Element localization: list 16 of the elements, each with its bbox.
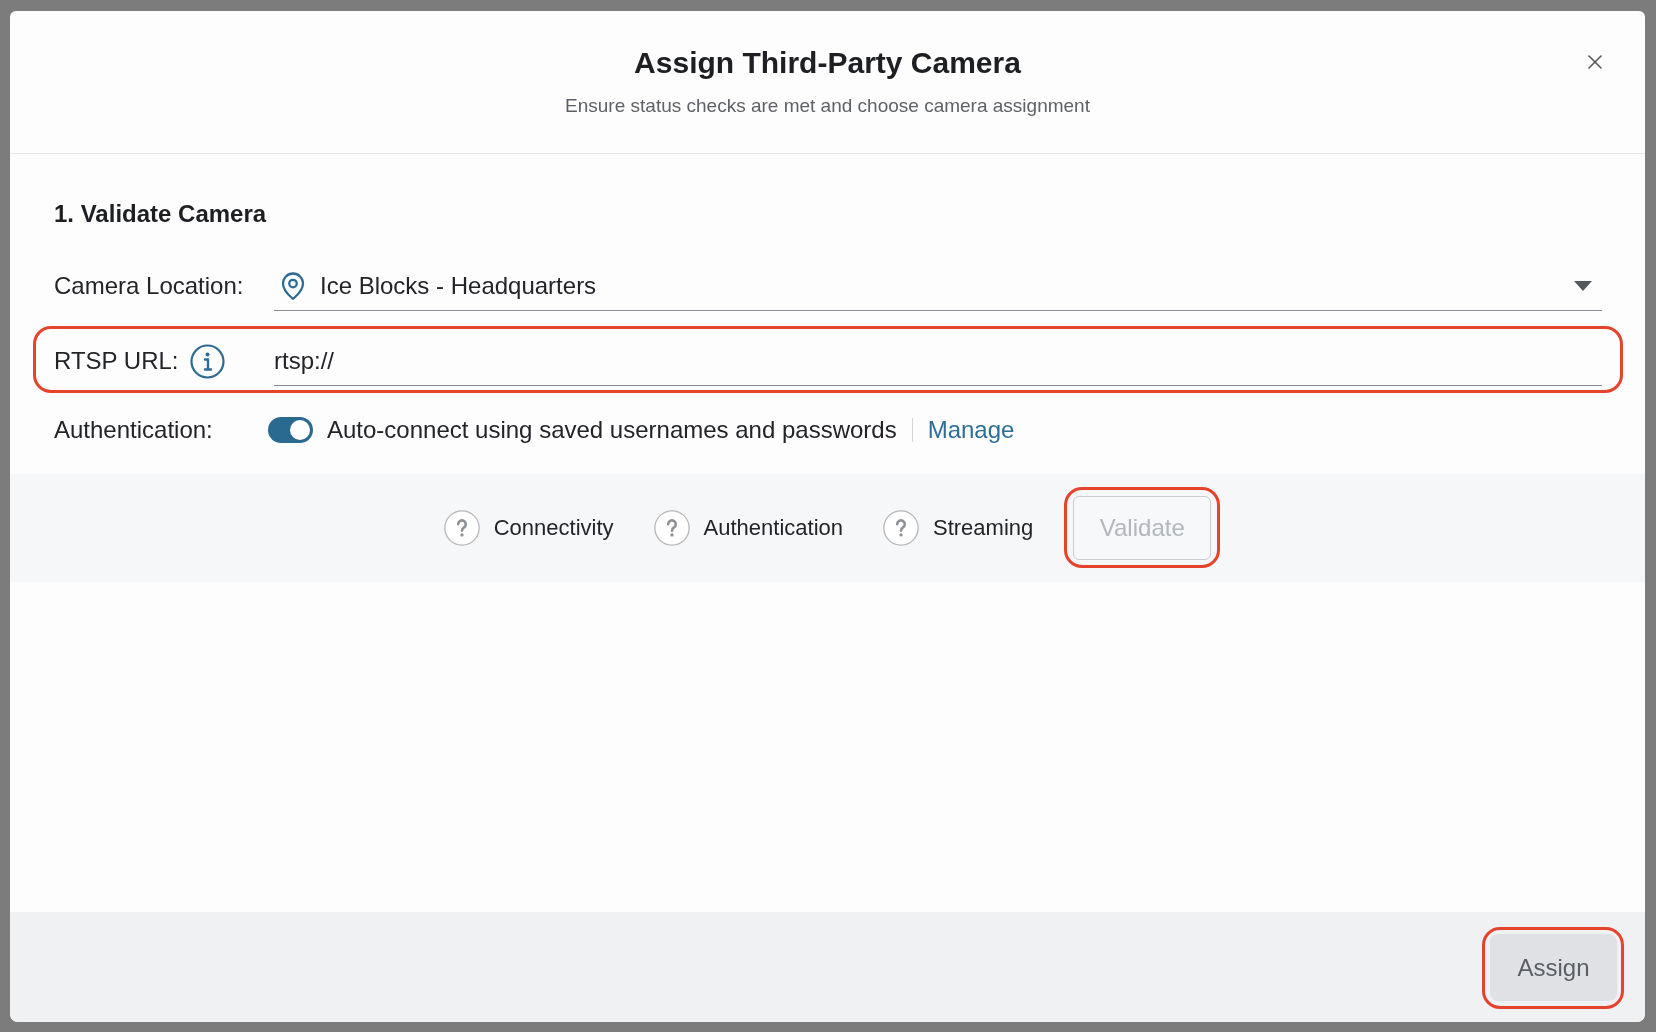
status-label: Connectivity — [493, 515, 614, 541]
info-icon[interactable] — [189, 343, 225, 379]
field-label: Authentication: — [54, 416, 214, 444]
toggle-switch[interactable] — [268, 417, 313, 443]
manage-link[interactable]: Manage — [927, 416, 1015, 444]
dialog-title: Assign Third-Party Camera — [634, 45, 1021, 81]
section-heading: 1. Validate Camera — [54, 199, 267, 229]
status-label: Authentication — [703, 515, 843, 541]
toggle-label: Auto-connect using saved usernames and passwords — [327, 416, 897, 444]
url-input[interactable]: rtsp:// — [274, 336, 1602, 386]
field-label: Camera Location: — [54, 271, 244, 301]
field-label: RTSP URL: — [54, 346, 179, 376]
caret-icon — [1574, 280, 1592, 291]
status-label: Streaming — [933, 515, 1034, 541]
location-select[interactable]: Ice Blocks - Headquarters — [274, 261, 1602, 311]
dialog-subtitle: Ensure status checks are met and choose camera assignment — [565, 94, 1090, 118]
